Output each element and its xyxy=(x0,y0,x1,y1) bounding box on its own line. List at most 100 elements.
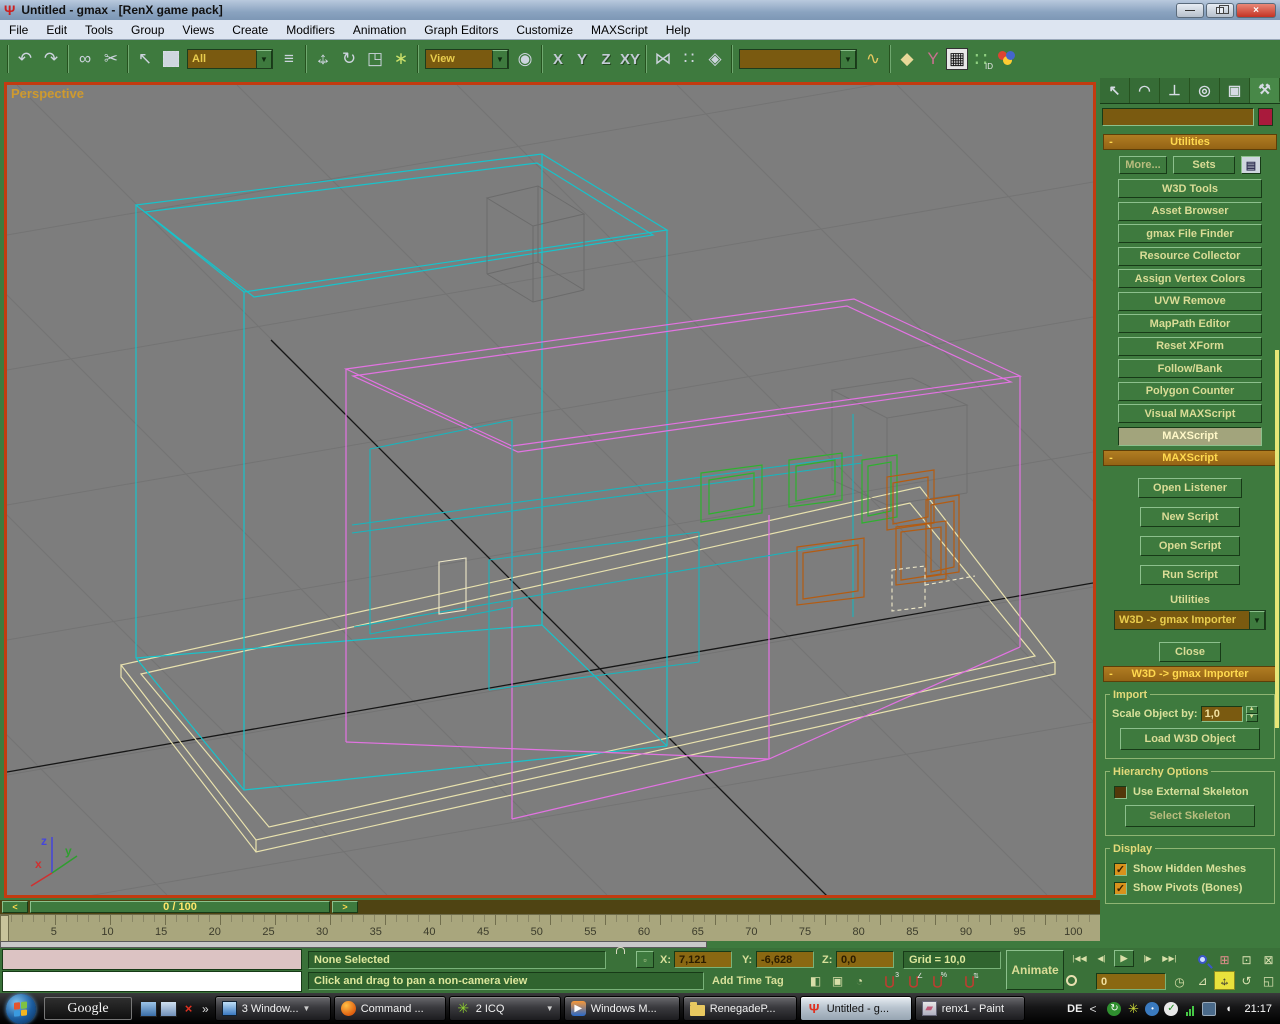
time-slider-right-arrow[interactable]: > xyxy=(332,901,358,913)
taskbar-button-icq-group[interactable]: ✳ 2 ICQ ▼ xyxy=(449,996,561,1021)
menu-item[interactable]: Graph Editors xyxy=(415,21,507,39)
quick-launch-overflow-icon[interactable]: » xyxy=(202,1002,209,1016)
utility-button[interactable]: Visual MAXScript xyxy=(1118,404,1262,423)
undo-icon[interactable]: ↶ xyxy=(12,46,38,72)
select-and-manipulate-icon[interactable]: ∗ xyxy=(388,46,414,72)
angle-snap-icon[interactable]: ⋃∠ xyxy=(904,972,923,989)
named-selection-sets-dropdown[interactable]: ▼ xyxy=(739,49,857,69)
panel-scrollbar[interactable] xyxy=(1275,350,1279,728)
importer-rollout-header[interactable]: - W3D -> gmax Importer xyxy=(1103,666,1277,682)
close-button[interactable]: × xyxy=(1236,3,1276,18)
axis-constraint-button[interactable]: XY xyxy=(618,47,642,71)
align-icon[interactable]: ◈ xyxy=(702,46,728,72)
track-view-icon[interactable]: ∿ xyxy=(860,46,886,72)
chevron-down-icon[interactable]: ▼ xyxy=(1249,611,1265,629)
time-configuration-icon[interactable]: ◷ xyxy=(1170,973,1189,990)
unlink-selection-icon[interactable]: ✂ xyxy=(98,46,124,72)
restore-button[interactable] xyxy=(1206,3,1234,18)
redo-icon[interactable]: ↷ xyxy=(38,46,64,72)
chevron-down-icon[interactable]: ▼ xyxy=(492,50,508,68)
select-and-rotate-icon[interactable]: ↻ xyxy=(336,46,362,72)
chevron-down-icon[interactable]: ▼ xyxy=(840,50,856,68)
rectangular-selection-region-icon[interactable] xyxy=(158,46,184,72)
zoom-icon[interactable] xyxy=(1192,950,1213,969)
use-external-skeleton-checkbox[interactable] xyxy=(1114,786,1127,799)
go-to-start-button[interactable]: |◀◀ xyxy=(1070,950,1089,967)
show-hidden-meshes-checkbox[interactable]: ✓ xyxy=(1114,863,1127,876)
percent-snap-icon[interactable]: ⋃% xyxy=(928,972,947,989)
axis-constraint-button[interactable]: Z xyxy=(594,47,618,71)
chevron-down-icon[interactable]: ▼ xyxy=(256,50,272,68)
scale-spinner[interactable]: ▲ ▼ xyxy=(1246,706,1258,722)
select-by-name-icon[interactable]: ≡ xyxy=(276,46,302,72)
utility-button[interactable]: MapPath Editor xyxy=(1118,314,1262,333)
tab-motion[interactable]: ◎ xyxy=(1190,78,1220,103)
axis-constraint-button[interactable]: X xyxy=(546,47,570,71)
wireframe-orange-frames[interactable] xyxy=(797,470,959,605)
zoom-extents-icon[interactable]: ⊡ xyxy=(1236,950,1257,969)
minimize-button[interactable]: — xyxy=(1176,3,1204,18)
taskbar-button-gmax-active[interactable]: Ψ Untitled - g... xyxy=(800,996,912,1021)
viewport-label[interactable]: Perspective xyxy=(11,86,84,101)
track-bar-thumb[interactable] xyxy=(0,915,9,942)
sets-button[interactable]: Sets xyxy=(1173,156,1235,174)
menu-item[interactable]: File xyxy=(0,21,37,39)
tab-hierarchy[interactable]: ⊥ xyxy=(1160,78,1190,103)
animate-button[interactable]: Animate xyxy=(1006,950,1064,990)
pan-view-icon[interactable]: ↔ ↕ xyxy=(1214,971,1235,990)
snap-toggle-3d-icon[interactable]: ⋃3 xyxy=(880,972,899,989)
start-button[interactable] xyxy=(6,994,36,1024)
menu-item[interactable]: MAXScript xyxy=(582,21,657,39)
utility-script-dropdown[interactable]: W3D -> gmax Importer ▼ xyxy=(1114,610,1266,630)
arc-rotate-icon[interactable]: ↺ xyxy=(1236,971,1257,990)
tray-network-icon[interactable] xyxy=(1202,1002,1216,1016)
utility-button[interactable]: Asset Browser xyxy=(1118,202,1262,221)
tray-messenger-icon[interactable]: ✳ xyxy=(1126,1002,1140,1016)
taskbar-button-renegade-folder[interactable]: RenegadeP... xyxy=(683,996,797,1021)
spinner-down-icon[interactable]: ▼ xyxy=(1246,714,1258,722)
track-strip-bar[interactable] xyxy=(0,941,707,948)
window-switcher-icon[interactable] xyxy=(160,1001,177,1017)
object-color-swatch[interactable] xyxy=(1258,108,1273,126)
next-frame-button[interactable]: |▶ xyxy=(1138,950,1157,967)
taskbar-clock[interactable]: 21:17 xyxy=(1244,1003,1272,1015)
select-skeleton-button[interactable]: Select Skeleton xyxy=(1125,805,1255,827)
menu-item[interactable]: Edit xyxy=(37,21,76,39)
maxscript-button[interactable]: Open Script xyxy=(1140,536,1240,556)
mirror-icon[interactable]: ⋈ xyxy=(650,46,676,72)
min-max-toggle-icon[interactable]: ◱ xyxy=(1258,971,1279,990)
language-indicator[interactable]: DE xyxy=(1067,1003,1082,1015)
load-w3d-object-button[interactable]: Load W3D Object xyxy=(1120,728,1260,750)
tray-security-icon[interactable]: ✓ xyxy=(1164,1002,1178,1016)
tray-update-icon[interactable]: ↻ xyxy=(1107,1002,1121,1016)
tray-collapse-icon[interactable]: < xyxy=(1089,1002,1096,1016)
degradation-override-icon[interactable]: ◧ xyxy=(806,972,825,989)
tab-utilities[interactable]: ⚒ xyxy=(1250,78,1280,103)
object-name-field[interactable] xyxy=(1102,108,1254,126)
taskbar-button-windows-media[interactable]: ▶ Windows M... xyxy=(564,996,680,1021)
utility-button[interactable]: Assign Vertex Colors xyxy=(1118,269,1262,288)
time-slider-thumb[interactable]: 0 / 100 xyxy=(30,901,330,913)
axis-constraint-button[interactable]: Y xyxy=(570,47,594,71)
array-icon[interactable]: ∷ xyxy=(676,46,702,72)
show-desktop-icon[interactable] xyxy=(140,1001,157,1017)
zoom-extents-all-icon[interactable]: ⊠ xyxy=(1258,950,1279,969)
mini-listener-script-row[interactable] xyxy=(2,971,302,992)
menu-item[interactable]: Tools xyxy=(76,21,122,39)
mini-listener-macro-row[interactable] xyxy=(2,949,302,970)
material-editor-icon[interactable]: ▦ xyxy=(946,48,968,70)
selection-filter-dropdown[interactable]: All ▼ xyxy=(187,49,273,69)
utility-button[interactable]: Resource Collector xyxy=(1118,247,1262,266)
menu-item[interactable]: Animation xyxy=(344,21,415,39)
render-scene-icon[interactable]: ∷ID xyxy=(968,46,994,72)
select-and-scale-icon[interactable]: ◳ xyxy=(362,46,388,72)
maxscript-mini-listener[interactable] xyxy=(2,949,302,992)
select-and-link-icon[interactable]: ∞ xyxy=(72,46,98,72)
google-search-box[interactable]: Google xyxy=(44,997,132,1020)
menu-item[interactable]: Views xyxy=(173,21,223,39)
menu-item[interactable]: Group xyxy=(122,21,173,39)
previous-frame-button[interactable]: ◀| xyxy=(1092,950,1111,967)
utility-button[interactable]: gmax File Finder xyxy=(1118,224,1262,243)
z-coordinate-field[interactable]: 0,0 xyxy=(836,951,894,968)
maxscript-rollout-header[interactable]: - MAXScript xyxy=(1103,450,1277,466)
